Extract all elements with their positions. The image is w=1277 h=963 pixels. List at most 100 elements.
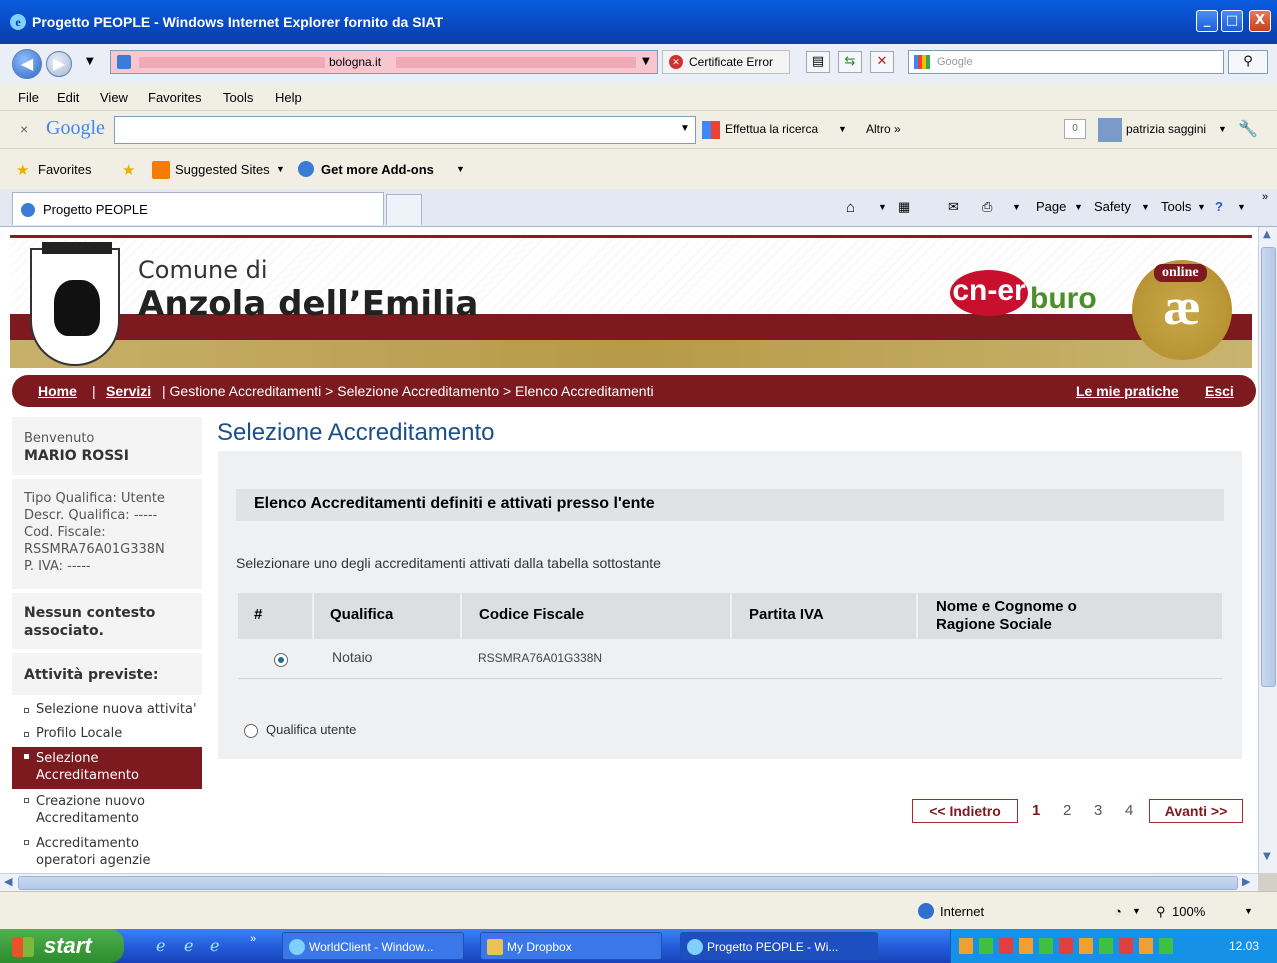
altro-button[interactable]: Altro »: [866, 122, 901, 136]
task-worldclient[interactable]: WorldClient - Window...: [282, 932, 464, 960]
quicklaunch-ie2-icon[interactable]: ℯ: [184, 936, 193, 956]
page-2[interactable]: 2: [1063, 802, 1071, 819]
scroll-up-icon[interactable]: ▲: [1263, 229, 1271, 240]
horizontal-scrollbar[interactable]: ◀ ▶: [0, 873, 1258, 891]
search-input[interactable]: Google: [908, 50, 1224, 74]
print-icon[interactable]: ⎙: [982, 199, 992, 215]
clock[interactable]: 12.03: [1229, 939, 1259, 953]
address-field[interactable]: bologna.it: [110, 50, 658, 74]
online-badge: online: [1154, 264, 1207, 282]
google-search-button[interactable]: Effettua la ricerca: [725, 122, 818, 136]
menu-favorites[interactable]: Favorites: [148, 90, 201, 105]
menu-edit[interactable]: Edit: [57, 90, 79, 105]
favorites-button[interactable]: Favorites: [38, 162, 91, 177]
search-button[interactable]: ⚲: [1228, 50, 1268, 74]
print-dropdown-icon[interactable]: ▼: [1012, 202, 1021, 212]
close-toolbar-icon[interactable]: ×: [20, 121, 28, 137]
help-dropdown-icon[interactable]: ▼: [1237, 202, 1246, 212]
notification-count[interactable]: 0: [1064, 119, 1086, 139]
sidebar-item-profilo-locale[interactable]: Profilo Locale: [12, 725, 202, 747]
bullet-icon: [24, 754, 29, 759]
google-dropdown-icon[interactable]: ▼: [680, 123, 690, 134]
task-my-dropbox[interactable]: My Dropbox: [480, 932, 662, 960]
next-page-button[interactable]: Avanti >>: [1149, 799, 1243, 823]
horizontal-scroll-thumb[interactable]: [18, 876, 1238, 890]
minimize-button[interactable]: _: [1196, 10, 1218, 32]
quicklaunch-more-icon[interactable]: »: [250, 933, 256, 945]
google-search-dropdown-icon[interactable]: ▼: [838, 124, 847, 134]
row-select-radio[interactable]: [274, 653, 288, 667]
get-addons-button[interactable]: Get more Add-ons: [321, 162, 434, 177]
esci-link[interactable]: Esci: [1205, 383, 1234, 399]
stop-icon[interactable]: ✕: [870, 51, 894, 73]
zoom-dropdown-icon[interactable]: ▼: [1244, 906, 1253, 916]
start-button[interactable]: start: [0, 929, 124, 963]
safety-menu[interactable]: Safety: [1094, 199, 1131, 214]
tab-progetto-people[interactable]: Progetto PEOPLE: [12, 192, 384, 225]
quicklaunch-ie-icon[interactable]: ℯ: [156, 936, 165, 956]
sidebar-item-creazione-nuovo-accreditamento[interactable]: Creazione nuovo Accreditamento: [12, 791, 202, 833]
zoom-level[interactable]: 100%: [1172, 904, 1205, 919]
vertical-scroll-thumb[interactable]: [1261, 247, 1276, 687]
user-dropdown-icon[interactable]: ▼: [1218, 124, 1227, 134]
menu-help[interactable]: Help: [275, 90, 302, 105]
compatibility-icon[interactable]: ▤: [806, 51, 830, 73]
tray-icons[interactable]: [959, 938, 1179, 954]
history-dropdown-icon[interactable]: ▼: [86, 56, 94, 67]
crest-bear-icon: [54, 280, 100, 336]
breadcrumb-servizi-link[interactable]: Servizi: [106, 383, 151, 399]
sidebar-item-selezione-accreditamento[interactable]: Selezione Accreditamento: [12, 747, 202, 789]
feeds-icon[interactable]: ▦: [898, 199, 910, 215]
vertical-scrollbar[interactable]: ▲ ▼: [1258, 227, 1277, 873]
table-row[interactable]: Notaio RSSMRA76A01G338N: [238, 641, 1222, 679]
wrench-icon[interactable]: 🔧: [1238, 119, 1258, 139]
help-icon[interactable]: ?: [1215, 199, 1223, 214]
prev-page-button[interactable]: << Indietro: [912, 799, 1018, 823]
back-button[interactable]: ◀: [12, 49, 42, 79]
address-dropdown-icon[interactable]: ▼: [642, 56, 650, 67]
le-mie-pratiche-link[interactable]: Le mie pratiche: [1076, 383, 1179, 399]
home-icon[interactable]: ⌂: [846, 199, 855, 216]
page-4[interactable]: 4: [1125, 802, 1133, 819]
quicklaunch-ie3-icon[interactable]: ℯ: [210, 936, 219, 956]
menu-file[interactable]: File: [18, 90, 39, 105]
scroll-left-icon[interactable]: ◀: [4, 875, 12, 888]
forward-button[interactable]: ▶: [46, 51, 72, 77]
maximize-button[interactable]: □: [1221, 10, 1243, 32]
breadcrumb-home-link[interactable]: Home: [38, 383, 77, 399]
qualifica-utente-radio[interactable]: [244, 724, 258, 738]
google-search-input[interactable]: [114, 116, 696, 144]
user-account[interactable]: patrizia saggini: [1126, 122, 1206, 136]
window-title-bar[interactable]: e Progetto PEOPLE - Windows Internet Exp…: [0, 0, 1277, 44]
page-menu[interactable]: Page: [1036, 199, 1066, 214]
chevron-more-icon[interactable]: »: [1262, 191, 1268, 203]
certificate-error-button[interactable]: ✕ Certificate Error: [662, 50, 790, 74]
folder-icon: [487, 939, 503, 955]
protected-mode-icon[interactable]: ◔: [1114, 904, 1122, 919]
page-3[interactable]: 3: [1094, 802, 1102, 819]
safety-dropdown-icon[interactable]: ▼: [1141, 202, 1150, 212]
page-title: Selezione Accreditamento: [217, 419, 495, 446]
sidebar-item-selezione-nuova-attivita[interactable]: Selezione nuova attivita': [12, 701, 202, 725]
scroll-right-icon[interactable]: ▶: [1242, 875, 1250, 888]
mail-icon[interactable]: ✉: [948, 199, 959, 215]
tools-menu[interactable]: Tools: [1161, 199, 1191, 214]
protected-dropdown-icon[interactable]: ▼: [1132, 906, 1141, 916]
task-progetto-people[interactable]: Progetto PEOPLE - Wi...: [680, 932, 878, 960]
new-tab-button[interactable]: [386, 194, 422, 225]
suggested-dropdown-icon[interactable]: ▼: [276, 164, 285, 174]
page-1[interactable]: 1: [1032, 802, 1040, 819]
menu-tools[interactable]: Tools: [223, 90, 253, 105]
scroll-down-icon[interactable]: ▼: [1263, 851, 1271, 862]
close-button[interactable]: X: [1249, 10, 1271, 32]
addons-dropdown-icon[interactable]: ▼: [456, 164, 465, 174]
menu-view[interactable]: View: [100, 90, 128, 105]
add-favorite-icon[interactable]: ★: [122, 161, 135, 179]
home-dropdown-icon[interactable]: ▼: [878, 202, 887, 212]
refresh-icon[interactable]: ⇆: [838, 51, 862, 73]
tools-dropdown-icon[interactable]: ▼: [1197, 202, 1206, 212]
page-dropdown-icon[interactable]: ▼: [1074, 202, 1083, 212]
suggested-sites-button[interactable]: Suggested Sites: [175, 162, 270, 177]
sidebar-item-accreditamento-operatori[interactable]: Accreditamento operatori agenzie: [12, 833, 202, 873]
breadcrumb-separator: |: [92, 383, 96, 399]
